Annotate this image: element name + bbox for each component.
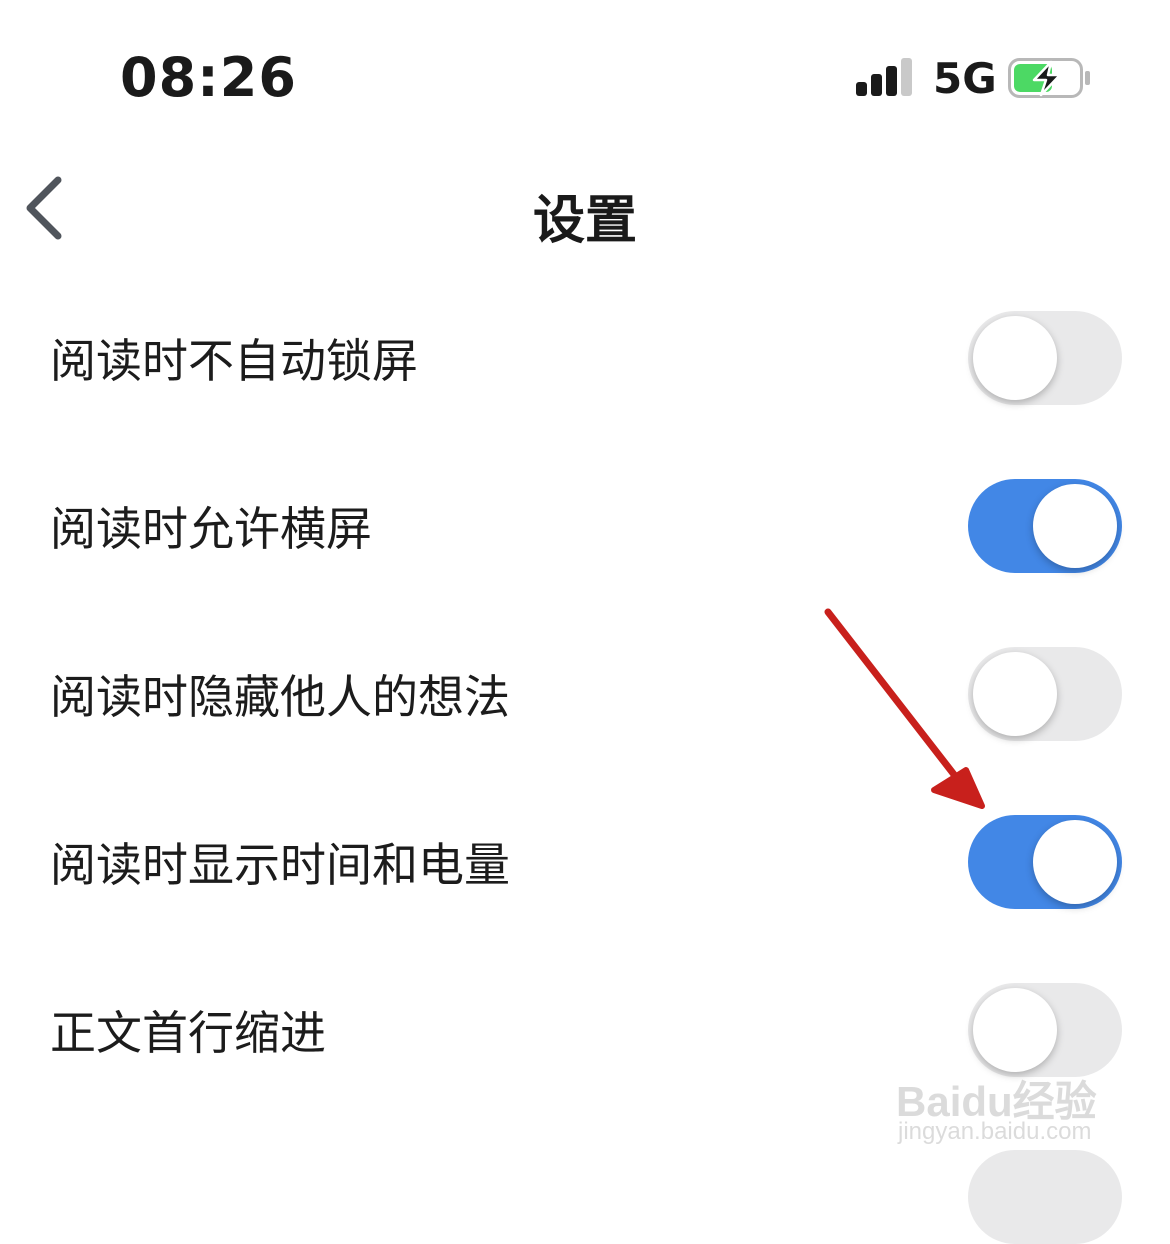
toggle-knob (973, 316, 1057, 400)
toggle-switch-partial[interactable] (968, 1150, 1122, 1244)
toggle-knob (1033, 484, 1117, 568)
watermark-sub: jingyan.baidu.com (898, 1118, 1092, 1145)
toggle-knob (1033, 820, 1117, 904)
toggle-knob (973, 652, 1057, 736)
toggle-switch[interactable] (968, 479, 1122, 573)
toggle-switch[interactable] (968, 647, 1122, 741)
status-time: 08:26 (120, 46, 297, 109)
cellular-signal-icon (856, 58, 916, 96)
battery-charging-icon (1008, 58, 1090, 98)
status-bar: 08:26 5G (0, 0, 1170, 150)
setting-label: 正文首行缩进 (50, 1006, 326, 1060)
setting-row-show-time-battery: 阅读时显示时间和电量 (0, 778, 1170, 946)
setting-row-indent: 正文首行缩进 (0, 946, 1170, 1114)
toggle-switch[interactable] (968, 311, 1122, 405)
setting-label: 阅读时隐藏他人的想法 (50, 670, 510, 724)
setting-label: 阅读时显示时间和电量 (50, 838, 510, 892)
toggle-switch[interactable] (968, 983, 1122, 1077)
setting-label: 阅读时允许横屏 (50, 502, 372, 556)
setting-row-landscape: 阅读时允许横屏 (0, 442, 1170, 610)
page-title: 设置 (532, 191, 637, 251)
navigation-bar: 设置 (0, 150, 1170, 280)
setting-row-auto-lock: 阅读时不自动锁屏 (0, 274, 1170, 442)
setting-label: 阅读时不自动锁屏 (50, 334, 418, 388)
setting-row-hide-thoughts: 阅读时隐藏他人的想法 (0, 610, 1170, 778)
network-type: 5G (933, 54, 997, 103)
toggle-knob (973, 988, 1057, 1072)
toggle-switch[interactable] (968, 815, 1122, 909)
